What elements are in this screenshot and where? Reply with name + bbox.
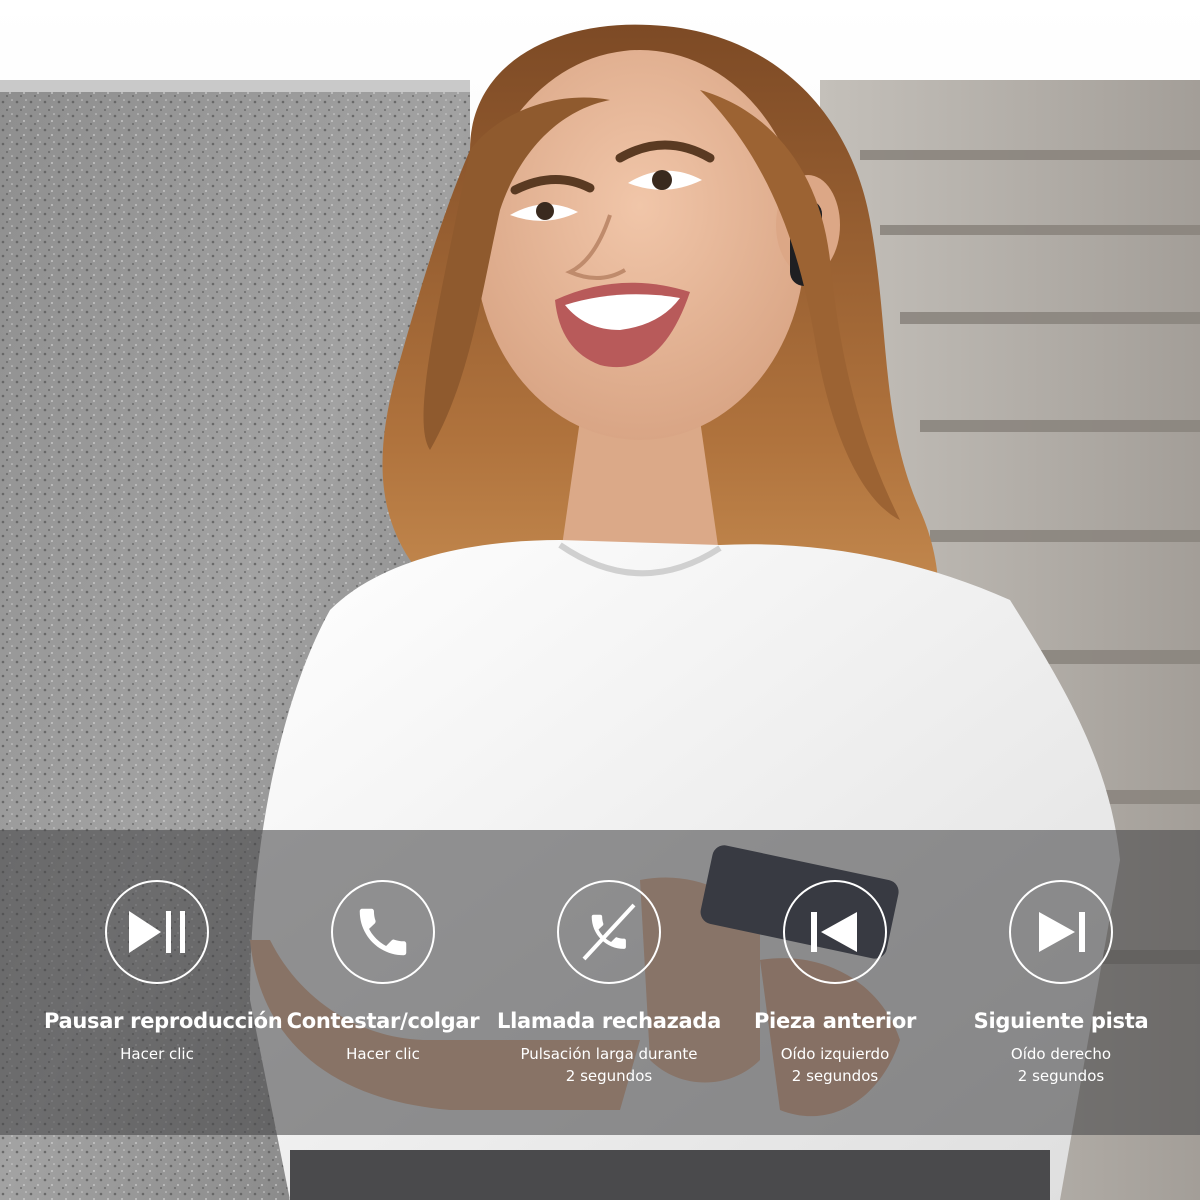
control-title: Pausar reproducción bbox=[44, 1009, 283, 1033]
control-subtitle: Pulsación larga durante 2 segundos bbox=[520, 1045, 698, 1086]
control-reject-call: Llamada rechazada Pulsación larga durant… bbox=[496, 880, 722, 1087]
control-play-pause: Pausar reproducción Hacer clic bbox=[44, 880, 283, 1065]
phone-rejected-icon bbox=[557, 880, 661, 984]
control-title: Pieza anterior bbox=[753, 1009, 917, 1033]
phone-icon bbox=[331, 880, 435, 984]
control-subtitle: Oído izquierdo 2 segundos bbox=[780, 1045, 890, 1086]
control-title: Siguiente pista bbox=[973, 1009, 1149, 1033]
controls-panel: Pausar reproducción Hacer clic Contestar… bbox=[0, 830, 1200, 1135]
control-subtitle: Oído derecho 2 segundos bbox=[1010, 1045, 1112, 1086]
control-title: Llamada rechazada bbox=[497, 1009, 721, 1033]
control-answer-hangup: Contestar/colgar Hacer clic bbox=[270, 880, 496, 1065]
control-subtitle: Hacer clic bbox=[120, 1045, 194, 1064]
next-track-icon bbox=[1009, 880, 1113, 984]
control-title: Contestar/colgar bbox=[286, 1009, 480, 1033]
play-pause-icon bbox=[105, 880, 209, 984]
previous-track-icon bbox=[783, 880, 887, 984]
control-next-track: Siguiente pista Oído derecho 2 segundos bbox=[948, 880, 1174, 1087]
control-previous-track: Pieza anterior Oído izquierdo 2 segundos bbox=[722, 880, 948, 1087]
control-subtitle: Hacer clic bbox=[346, 1045, 420, 1064]
